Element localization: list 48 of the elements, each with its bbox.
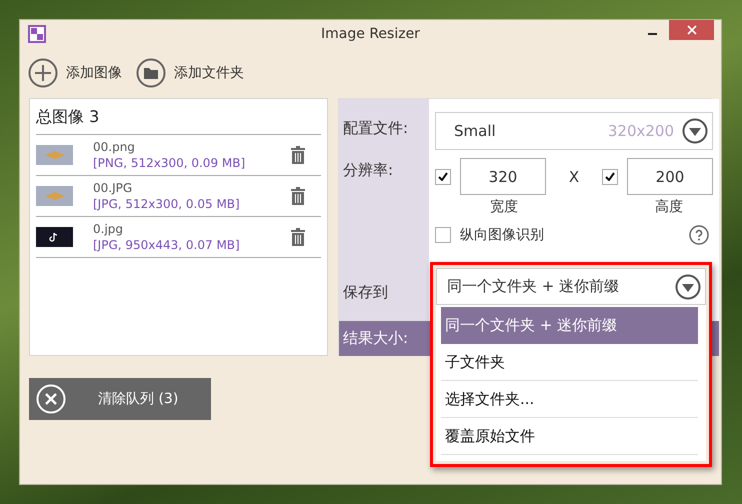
checkbox-label: 纵向图像识别 xyxy=(460,226,545,244)
file-info: [JPG, 950x443, 0.07 MB] xyxy=(93,237,241,253)
window-title: Image Resizer xyxy=(320,26,421,42)
profile-value: Small xyxy=(454,122,497,140)
close-icon xyxy=(686,25,696,35)
file-info: [PNG, 512x300, 0.09 MB] xyxy=(93,155,246,171)
trash-icon xyxy=(291,146,305,164)
minimize-icon xyxy=(648,32,656,36)
add-folder-button[interactable]: 添加文件夹 xyxy=(136,58,244,88)
plus-icon xyxy=(28,58,58,88)
add-image-button[interactable]: 添加图像 xyxy=(28,58,122,88)
profile-size: 320x200 xyxy=(608,122,674,140)
thumbnail-placeholder xyxy=(36,227,73,247)
delete-button[interactable] xyxy=(291,146,305,164)
close-circle-icon xyxy=(36,384,66,414)
times-separator: X xyxy=(568,168,580,186)
profile-dropdown[interactable]: Small 320x200 xyxy=(435,112,713,150)
trash-icon xyxy=(291,187,305,205)
dropdown-option[interactable]: 同一个文件夹 + 迷你前缀 xyxy=(441,307,698,344)
number-field[interactable]: 200 xyxy=(627,158,713,195)
trash-icon xyxy=(291,228,305,246)
field-label: 配置文件: xyxy=(339,99,429,153)
app-icon xyxy=(28,25,46,43)
thumbnail-placeholder xyxy=(36,186,73,206)
save-to-dropdown[interactable]: 同一个文件夹 + 迷你前缀 xyxy=(436,268,706,305)
clear-queue-button[interactable]: 清除队列 (3) xyxy=(29,378,211,420)
folder-icon xyxy=(136,58,166,88)
file-name: 00.JPG xyxy=(93,180,134,196)
field-label: 保存到 xyxy=(339,263,429,321)
file-info: [JPG, 512x300, 0.05 MB] xyxy=(93,196,241,212)
field-label: 分辨率: xyxy=(339,153,429,263)
file-name: 00.png xyxy=(93,139,136,155)
queue-title: 总图像 3 xyxy=(36,99,321,135)
dropdown-icon[interactable] xyxy=(682,118,708,144)
dropdown-icon[interactable] xyxy=(675,274,701,300)
number-field[interactable]: 320 xyxy=(460,158,546,195)
field-label: 结果大小: xyxy=(339,321,429,356)
delete-button[interactable] xyxy=(291,228,305,246)
delete-button[interactable] xyxy=(291,187,305,205)
close-button[interactable] xyxy=(669,20,714,40)
thumbnail-placeholder xyxy=(36,145,73,165)
checkbox[interactable] xyxy=(602,168,618,184)
checkbox[interactable] xyxy=(435,227,451,243)
file-name: 0.jpg xyxy=(93,221,124,237)
dimension-caption: 高度 xyxy=(655,198,683,216)
help-icon[interactable] xyxy=(689,225,709,245)
checkbox[interactable] xyxy=(435,168,451,184)
dimension-caption: 宽度 xyxy=(490,198,518,216)
